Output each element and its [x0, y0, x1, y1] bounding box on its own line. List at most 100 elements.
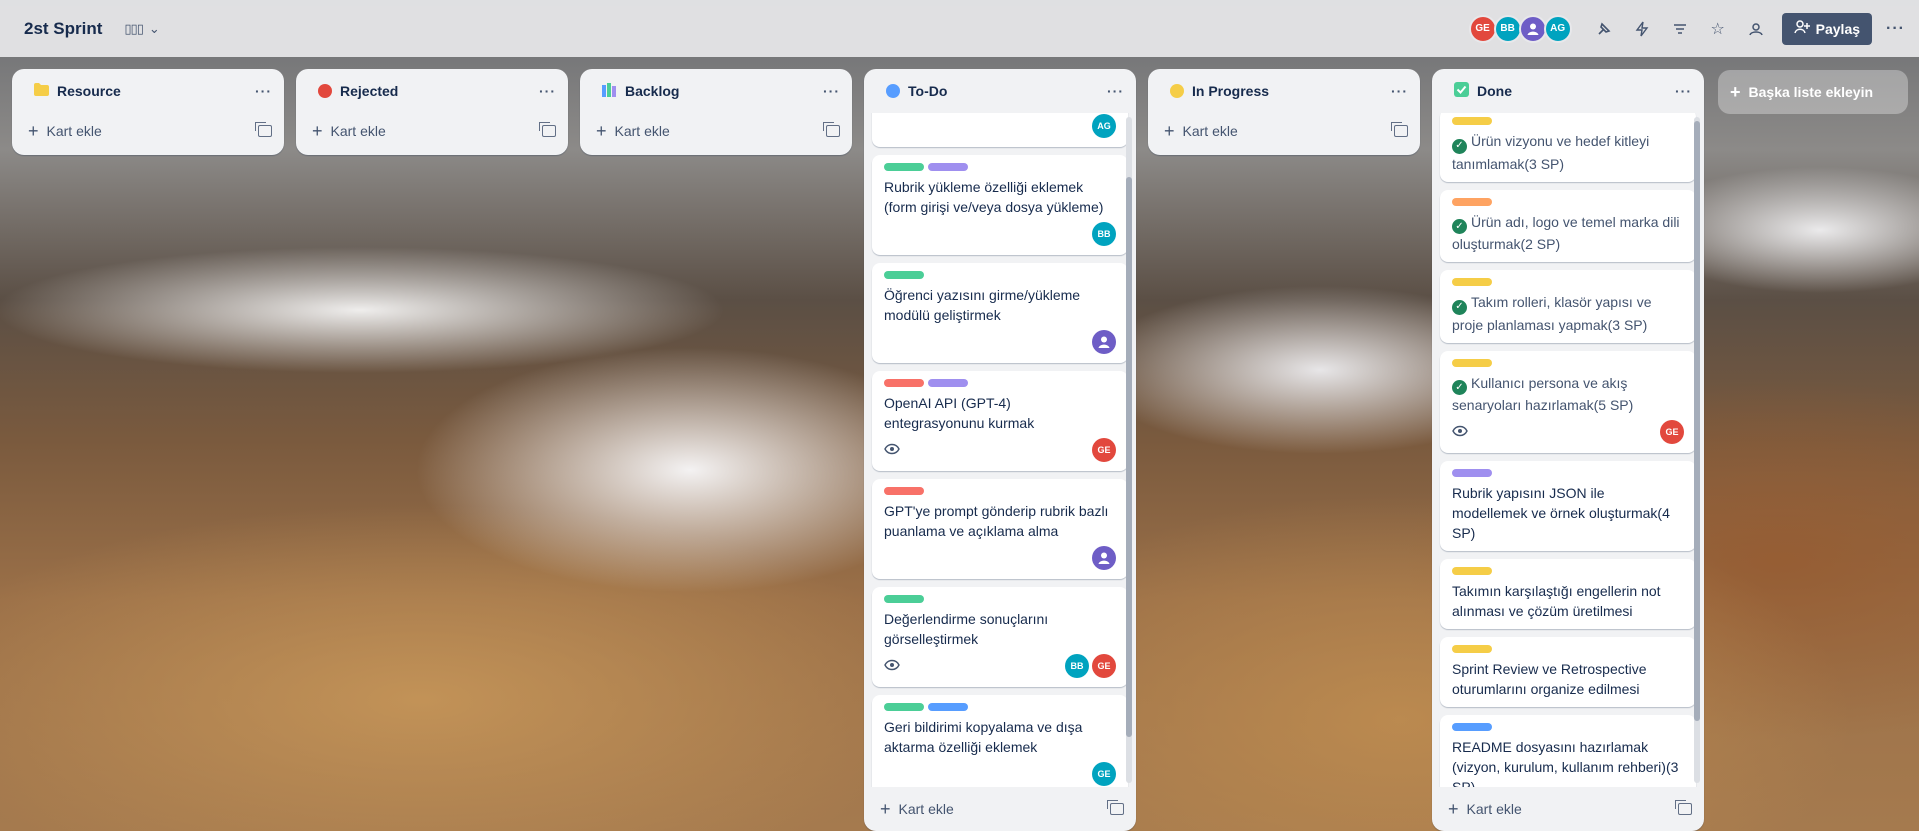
- automation-icon[interactable]: [1630, 17, 1654, 41]
- add-card-button[interactable]: Kart ekle: [47, 123, 102, 139]
- card-label[interactable]: [1452, 723, 1492, 731]
- avatar[interactable]: GE: [1468, 14, 1497, 43]
- card-template-icon[interactable]: [823, 122, 840, 137]
- card-labels[interactable]: [884, 163, 1116, 171]
- card-label[interactable]: [1452, 469, 1492, 477]
- card-template-icon[interactable]: [539, 122, 556, 137]
- card-label[interactable]: [884, 487, 924, 495]
- card-template-icon[interactable]: [1675, 800, 1692, 815]
- avatar[interactable]: GE: [1092, 762, 1116, 786]
- card[interactable]: ✓ Kullanıcı persona ve akış senaryoları h…: [1440, 350, 1696, 453]
- card-label[interactable]: [884, 595, 924, 603]
- card[interactable]: Geri bildirimi kopyalama ve dışa aktarma…: [872, 695, 1128, 787]
- board-members[interactable]: GE BB AG: [1468, 14, 1572, 43]
- view-switcher[interactable]: ▯▯▯ ⌄: [124, 21, 159, 37]
- card-label[interactable]: [1452, 567, 1492, 575]
- card-labels[interactable]: [1452, 117, 1684, 125]
- card-label[interactable]: [884, 379, 924, 387]
- card-list[interactable]: ✓ Ürün vizyonu ve hedef kitleyi tanımlama…: [1432, 113, 1704, 787]
- card-label[interactable]: [1452, 645, 1492, 653]
- list-title[interactable]: Done: [1477, 83, 1512, 99]
- card-labels[interactable]: [1452, 197, 1684, 206]
- card[interactable]: AG: [872, 113, 1128, 147]
- card-template-icon[interactable]: [255, 122, 272, 137]
- card[interactable]: GPT'ye prompt gönderip rubrik bazlı puan…: [872, 479, 1128, 579]
- card-labels[interactable]: [1452, 358, 1684, 367]
- avatar[interactable]: BB: [1065, 654, 1089, 678]
- card-labels[interactable]: [1452, 567, 1684, 575]
- card-label[interactable]: [1452, 358, 1492, 367]
- star-icon[interactable]: ☆: [1706, 17, 1730, 41]
- list-title[interactable]: To-Do: [908, 83, 947, 99]
- check-circle-icon[interactable]: ✓: [1452, 219, 1467, 234]
- avatar[interactable]: [1518, 14, 1547, 43]
- card[interactable]: ✓ Takım rolleri, klasör yapısı ve proje p…: [1440, 270, 1696, 343]
- card-list[interactable]: AG Rubrik yükleme özelliği eklemek (form …: [864, 113, 1136, 787]
- avatar[interactable]: AG: [1543, 14, 1572, 43]
- avatar[interactable]: GE: [1660, 420, 1684, 444]
- card-labels[interactable]: [884, 487, 1116, 495]
- add-card-button[interactable]: Kart ekle: [615, 123, 670, 139]
- card[interactable]: README dosyasını hazırlamak (vizyon, kur…: [1440, 715, 1696, 787]
- scrollbar[interactable]: [1694, 117, 1700, 783]
- check-circle-icon[interactable]: ✓: [1452, 138, 1467, 154]
- card-label[interactable]: [928, 379, 968, 387]
- add-card-button[interactable]: Kart ekle: [899, 801, 954, 817]
- avatar[interactable]: [1092, 546, 1116, 570]
- card-labels[interactable]: [884, 595, 1116, 603]
- card-label[interactable]: [928, 703, 968, 711]
- card[interactable]: Takımın karşılaştığı engellerin not alın…: [1440, 559, 1696, 629]
- avatar[interactable]: BB: [1092, 222, 1116, 246]
- visibility-icon[interactable]: [1744, 17, 1768, 41]
- add-card-button[interactable]: Kart ekle: [1467, 801, 1522, 817]
- list-title[interactable]: Resource: [57, 83, 121, 99]
- check-circle-icon[interactable]: ✓: [1452, 380, 1467, 395]
- card-label[interactable]: [1452, 278, 1492, 286]
- scrollbar[interactable]: [1126, 117, 1132, 783]
- card[interactable]: ✓ Ürün vizyonu ve hedef kitleyi tanımlama…: [1440, 113, 1696, 182]
- avatar[interactable]: GE: [1092, 438, 1116, 462]
- check-circle-icon[interactable]: ✓: [1452, 299, 1467, 315]
- avatar[interactable]: GE: [1092, 654, 1116, 678]
- share-button[interactable]: Paylaş: [1781, 12, 1873, 45]
- list-menu-icon[interactable]: ···: [255, 83, 272, 99]
- card[interactable]: Sprint Review ve Retrospective oturumlar…: [1440, 637, 1696, 707]
- card-template-icon[interactable]: [1391, 122, 1408, 137]
- list-title[interactable]: Rejected: [340, 83, 398, 99]
- card-labels[interactable]: [1452, 278, 1684, 286]
- card-label[interactable]: [884, 703, 924, 711]
- more-icon[interactable]: ···: [1886, 20, 1905, 38]
- card-label[interactable]: [884, 271, 924, 279]
- board-title[interactable]: 2st Sprint: [24, 19, 102, 39]
- avatar[interactable]: [1092, 330, 1116, 354]
- list-menu-icon[interactable]: ···: [823, 83, 840, 99]
- list-menu-icon[interactable]: ···: [1391, 83, 1408, 99]
- card-label[interactable]: [884, 163, 924, 171]
- card[interactable]: OpenAI API (GPT-4) entegrasyonunu kurmak…: [872, 371, 1128, 471]
- avatar[interactable]: BB: [1493, 14, 1522, 43]
- list-title[interactable]: Backlog: [625, 83, 679, 99]
- card-labels[interactable]: [884, 379, 1116, 387]
- avatar[interactable]: AG: [1092, 114, 1116, 138]
- card-labels[interactable]: [1452, 469, 1684, 477]
- power-ups-icon[interactable]: [1592, 17, 1616, 41]
- filter-icon[interactable]: [1668, 17, 1692, 41]
- list-title[interactable]: In Progress: [1192, 83, 1269, 99]
- list-menu-icon[interactable]: ···: [1107, 83, 1124, 99]
- card-labels[interactable]: [1452, 723, 1684, 731]
- card[interactable]: Öğrenci yazısını girme/yükleme modülü ge…: [872, 263, 1128, 363]
- card-labels[interactable]: [884, 703, 1116, 711]
- card-label[interactable]: [928, 163, 968, 171]
- card-label[interactable]: [1452, 197, 1492, 206]
- add-card-button[interactable]: Kart ekle: [1183, 123, 1238, 139]
- card[interactable]: Rubrik yapısını JSON ile modellemek ve ö…: [1440, 461, 1696, 551]
- card[interactable]: Değerlendirme sonuçlarını görselleştirme…: [872, 587, 1128, 687]
- card-template-icon[interactable]: [1107, 800, 1124, 815]
- card[interactable]: Rubrik yükleme özelliği eklemek (form gi…: [872, 155, 1128, 255]
- add-list-button[interactable]: + Başka liste ekleyin: [1718, 70, 1908, 114]
- card-labels[interactable]: [1452, 645, 1684, 653]
- card-label[interactable]: [1452, 117, 1492, 125]
- card[interactable]: ✓ Ürün adı, logo ve temel marka dili oluş…: [1440, 189, 1696, 262]
- list-menu-icon[interactable]: ···: [539, 83, 556, 99]
- card-labels[interactable]: [884, 271, 1116, 279]
